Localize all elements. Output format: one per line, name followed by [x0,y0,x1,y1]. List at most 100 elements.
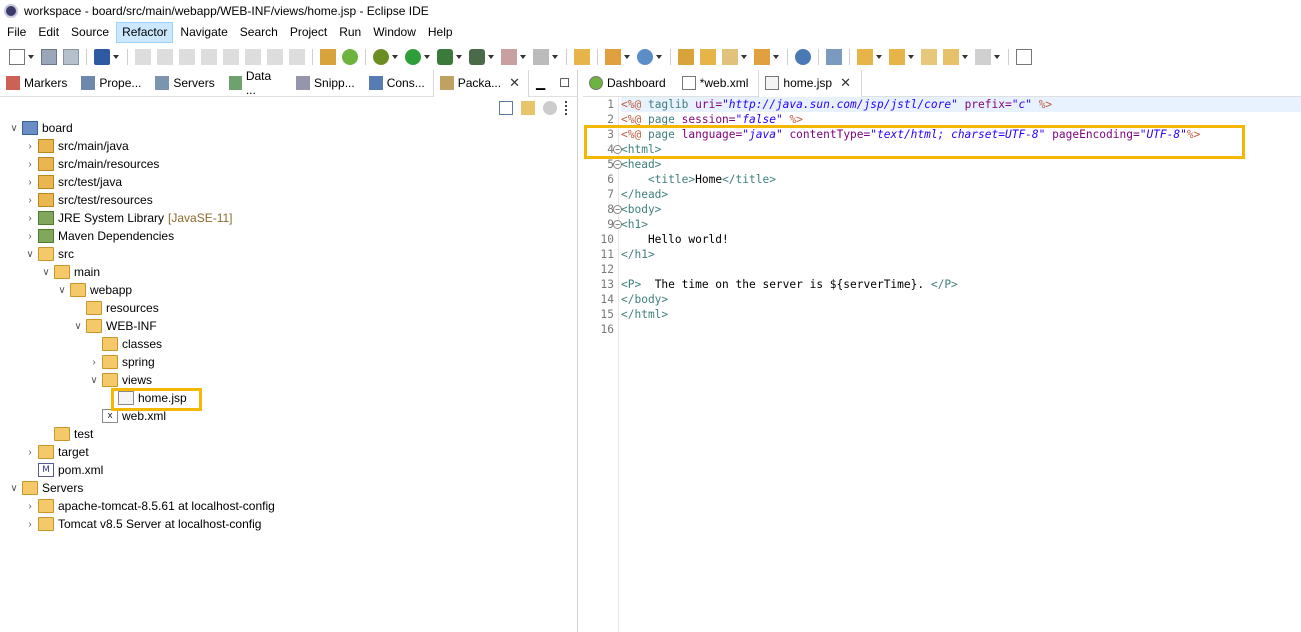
tree-item[interactable]: ∨ board [0,119,577,137]
code-editor[interactable]: 1 2 3 4−5−6 7 8−9−10 11 12 13 14 15 16 <%@ taglib u… [583,97,1301,632]
focus-on-active-task-icon[interactable] [543,101,557,115]
code-line[interactable]: <head> [621,157,1301,172]
collapse-all-icon[interactable] [499,101,513,115]
code-line[interactable]: <body> [621,202,1301,217]
tree-item[interactable]: classes [0,335,577,353]
coverage-icon[interactable] [437,49,453,65]
resume-icon[interactable] [157,49,173,65]
stop-server-icon[interactable] [501,49,517,65]
tree-item[interactable]: › src/test/resources [0,191,577,209]
expanded-arrow-icon[interactable]: ∨ [24,249,36,260]
step-return-icon[interactable] [289,49,305,65]
tab-markers[interactable]: Markers [0,70,75,97]
build-icon[interactable] [320,49,336,65]
debug-dropdown-icon[interactable] [392,55,398,59]
tree-item[interactable]: resources [0,299,577,317]
tree-item[interactable]: › apache-tomcat-8.5.61 at localhost-confi… [0,497,577,515]
menu-run[interactable]: Run [334,23,366,42]
open-resource-dropdown-icon[interactable] [773,55,779,59]
code-line[interactable]: </body> [621,292,1301,307]
expanded-arrow-icon[interactable]: ∨ [8,483,20,494]
next-annotation-dropdown-icon[interactable] [876,55,882,59]
tab-data-source[interactable]: Data ... [223,69,290,97]
external-tools-icon[interactable] [469,49,485,65]
tree-item[interactable]: ∨ views [0,371,577,389]
publish-dropdown-icon[interactable] [552,55,558,59]
save-all-icon[interactable] [63,49,79,65]
editor-tab[interactable]: *web.xml [676,70,759,97]
new-java-project-icon[interactable] [605,49,621,65]
collapsed-arrow-icon[interactable]: › [24,177,36,188]
menu-source[interactable]: Source [66,23,114,42]
tree-item[interactable]: › target [0,443,577,461]
code-line[interactable]: Hello world! [621,232,1301,247]
close-icon[interactable]: ✕ [840,75,851,91]
tab-package-explorer[interactable]: Packa... ✕ [432,69,529,97]
tree-item[interactable]: x web.xml [0,407,577,425]
tree-item[interactable]: › spring [0,353,577,371]
publish-icon[interactable] [533,49,549,65]
open-resource-icon[interactable] [754,49,770,65]
web-browser-icon[interactable] [795,49,811,65]
tree-item[interactable]: ∨ WEB-INF [0,317,577,335]
pin-editor-icon[interactable] [826,49,842,65]
code-line[interactable]: </html> [621,307,1301,322]
tree-item[interactable]: › src/test/java [0,173,577,191]
disconnect-icon[interactable] [223,49,239,65]
tab-console[interactable]: Cons... [363,70,433,97]
collapsed-arrow-icon[interactable]: › [24,159,36,170]
menu-search[interactable]: Search [235,23,283,42]
step-over-icon[interactable] [267,49,283,65]
tree-item[interactable]: ∨ src [0,245,577,263]
suspend-icon[interactable] [179,49,195,65]
code-line[interactable]: <%@ taglib uri="http://java.sun.com/jsp/… [621,97,1301,112]
menu-help[interactable]: Help [423,23,458,42]
terminal-dropdown-icon[interactable] [113,55,119,59]
collapsed-arrow-icon[interactable]: › [88,357,100,368]
forward-icon[interactable] [975,49,991,65]
external-tools-dropdown-icon[interactable] [488,55,494,59]
menu-project[interactable]: Project [285,23,332,42]
code-line[interactable]: <h1> [621,217,1301,232]
terminate-icon[interactable] [201,49,217,65]
link-with-editor-icon[interactable] [521,101,535,115]
run-dropdown-icon[interactable] [424,55,430,59]
editor-tab[interactable]: Dashboard [583,70,676,97]
previous-annotation-icon[interactable] [889,49,905,65]
collapsed-arrow-icon[interactable]: › [24,141,36,152]
collapsed-arrow-icon[interactable]: › [24,231,36,242]
next-annotation-icon[interactable] [857,49,873,65]
tree-item[interactable]: home.jsp [0,389,577,407]
tree-item[interactable]: › src/main/java [0,137,577,155]
run-icon[interactable] [405,49,421,65]
collapsed-arrow-icon[interactable]: › [24,213,36,224]
tab-servers[interactable]: Servers [149,70,222,97]
editor-tab[interactable]: home.jsp ✕ [758,69,863,97]
debug-icon[interactable] [373,49,389,65]
tree-item[interactable]: ∨ main [0,263,577,281]
tree-item[interactable]: ∨ webapp [0,281,577,299]
code-line[interactable]: <P> The time on the server is ${serverTi… [621,277,1301,292]
tree-item[interactable]: › Tomcat v8.5 Server at localhost-config [0,515,577,533]
last-edit-location-icon[interactable] [921,49,937,65]
terminal-icon[interactable] [94,49,110,65]
open-perspective-icon[interactable] [1016,49,1032,65]
tree-item[interactable]: test [0,425,577,443]
minimize-icon[interactable]: ▁ [536,76,545,90]
menu-edit[interactable]: Edit [33,23,64,42]
menu-file[interactable]: File [2,23,31,42]
forward-dropdown-icon[interactable] [994,55,1000,59]
tree-item[interactable]: Mpom.xml [0,461,577,479]
menu-navigate[interactable]: Navigate [175,23,232,42]
new-icon[interactable] [9,49,25,65]
code-line[interactable]: </head> [621,187,1301,202]
new-java-project-dropdown-icon[interactable] [624,55,630,59]
back-icon[interactable] [943,49,959,65]
coverage-dropdown-icon[interactable] [456,55,462,59]
menu-window[interactable]: Window [368,23,421,42]
expanded-arrow-icon[interactable]: ∨ [8,123,20,134]
close-icon[interactable]: ✕ [509,75,520,91]
new-class-icon[interactable] [637,49,653,65]
new-java-package-icon[interactable] [574,49,590,65]
maximize-icon[interactable]: ☐ [559,76,570,90]
